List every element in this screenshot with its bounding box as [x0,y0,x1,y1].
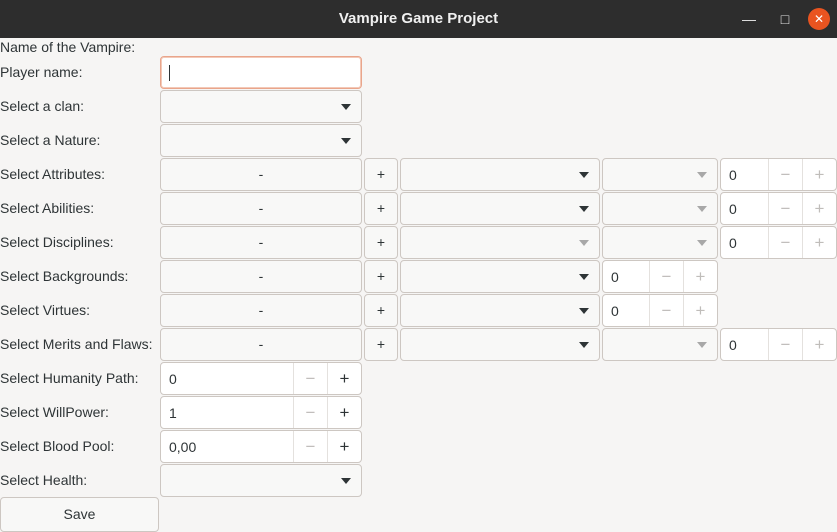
health-select[interactable] [160,464,362,497]
chevron-down-icon [579,342,589,348]
merits-value: 0 [729,337,737,353]
player-name-input[interactable] [160,56,362,89]
attributes-label: Select Attributes: [0,166,106,182]
save-button[interactable]: Save [0,497,159,532]
merits-flaws-label: Select Merits and Flaws: [0,336,153,352]
chevron-down-icon [697,342,707,348]
humanity-label: Select Humanity Path: [0,370,139,386]
minimize-icon[interactable]: — [738,8,760,30]
bloodpool-label: Select Blood Pool: [0,438,115,454]
chevron-down-icon [579,206,589,212]
chevron-down-icon [579,308,589,314]
attributes-category-select[interactable] [400,158,600,191]
vampire-name-label: Name of the Vampire: [0,39,136,55]
decrement-button[interactable]: − [293,397,327,428]
disciplines-plus-button[interactable]: + [364,226,398,259]
decrement-button[interactable]: − [649,295,683,326]
virtues-spinbox[interactable]: 0 − + [602,294,718,327]
attributes-plus-button[interactable]: + [364,158,398,191]
increment-button[interactable]: + [802,193,836,224]
disciplines-spinbox[interactable]: 0 − + [720,226,837,259]
humanity-spinbox[interactable]: 0 − + [160,362,362,395]
disciplines-label: Select Disciplines: [0,234,114,250]
merits-item-select[interactable] [602,328,718,361]
bloodpool-spinbox[interactable]: 0,00 − + [160,430,362,463]
increment-button[interactable]: + [327,363,361,394]
abilities-plus-button[interactable]: + [364,192,398,225]
form-area: Name of the Vampire: Player name: Select… [0,38,837,532]
chevron-down-icon [341,104,351,110]
increment-button[interactable]: + [327,397,361,428]
decrement-button[interactable]: − [768,227,802,258]
backgrounds-minus-button[interactable]: - [160,260,362,293]
increment-button[interactable]: + [327,431,361,462]
increment-button[interactable]: + [802,159,836,190]
backgrounds-category-select[interactable] [400,260,600,293]
merits-minus-button[interactable]: - [160,328,362,361]
virtues-minus-button[interactable]: - [160,294,362,327]
abilities-item-select[interactable] [602,192,718,225]
abilities-minus-button[interactable]: - [160,192,362,225]
virtues-label: Select Virtues: [0,302,91,318]
chevron-down-icon [697,240,707,246]
abilities-spinbox[interactable]: 0 − + [720,192,837,225]
disciplines-minus-button[interactable]: - [160,226,362,259]
merits-plus-button[interactable]: + [364,328,398,361]
text-caret [169,65,170,81]
window-titlebar: Vampire Game Project — □ ✕ [0,0,837,38]
attributes-spinbox[interactable]: 0 − + [720,158,837,191]
clan-select[interactable] [160,90,362,123]
nature-label: Select a Nature: [0,132,101,148]
increment-button[interactable]: + [802,329,836,360]
nature-select[interactable] [160,124,362,157]
clan-label: Select a clan: [0,98,85,114]
merits-spinbox[interactable]: 0 − + [720,328,837,361]
window-title: Vampire Game Project [338,10,499,27]
virtues-plus-button[interactable]: + [364,294,398,327]
bloodpool-value: 0,00 [169,439,197,455]
willpower-value: 1 [169,405,177,421]
backgrounds-value: 0 [611,269,619,285]
decrement-button[interactable]: − [768,159,802,190]
attributes-minus-button[interactable]: - [160,158,362,191]
increment-button[interactable]: + [802,227,836,258]
decrement-button[interactable]: − [768,193,802,224]
chevron-down-icon [341,138,351,144]
chevron-down-icon [341,478,351,484]
attributes-item-select[interactable] [602,158,718,191]
increment-button[interactable]: + [683,295,717,326]
decrement-button[interactable]: − [768,329,802,360]
health-label: Select Health: [0,472,88,488]
disciplines-value: 0 [729,235,737,251]
player-name-label: Player name: [0,64,83,80]
chevron-down-icon [697,172,707,178]
chevron-down-icon [579,274,589,280]
abilities-category-select[interactable] [400,192,600,225]
maximize-icon[interactable]: □ [774,8,796,30]
close-icon[interactable]: ✕ [808,8,830,30]
decrement-button[interactable]: − [293,431,327,462]
chevron-down-icon [579,240,589,246]
disciplines-item-select[interactable] [602,226,718,259]
merits-category-select[interactable] [400,328,600,361]
abilities-value: 0 [729,201,737,217]
virtues-category-select[interactable] [400,294,600,327]
backgrounds-spinbox[interactable]: 0 − + [602,260,718,293]
increment-button[interactable]: + [683,261,717,292]
disciplines-category-select[interactable] [400,226,600,259]
virtues-value: 0 [611,303,619,319]
abilities-label: Select Abilities: [0,200,95,216]
backgrounds-label: Select Backgrounds: [0,268,129,284]
willpower-spinbox[interactable]: 1 − + [160,396,362,429]
decrement-button[interactable]: − [293,363,327,394]
decrement-button[interactable]: − [649,261,683,292]
chevron-down-icon [697,206,707,212]
humanity-value: 0 [169,371,177,387]
willpower-label: Select WillPower: [0,404,109,420]
attributes-value: 0 [729,167,737,183]
chevron-down-icon [579,172,589,178]
backgrounds-plus-button[interactable]: + [364,260,398,293]
